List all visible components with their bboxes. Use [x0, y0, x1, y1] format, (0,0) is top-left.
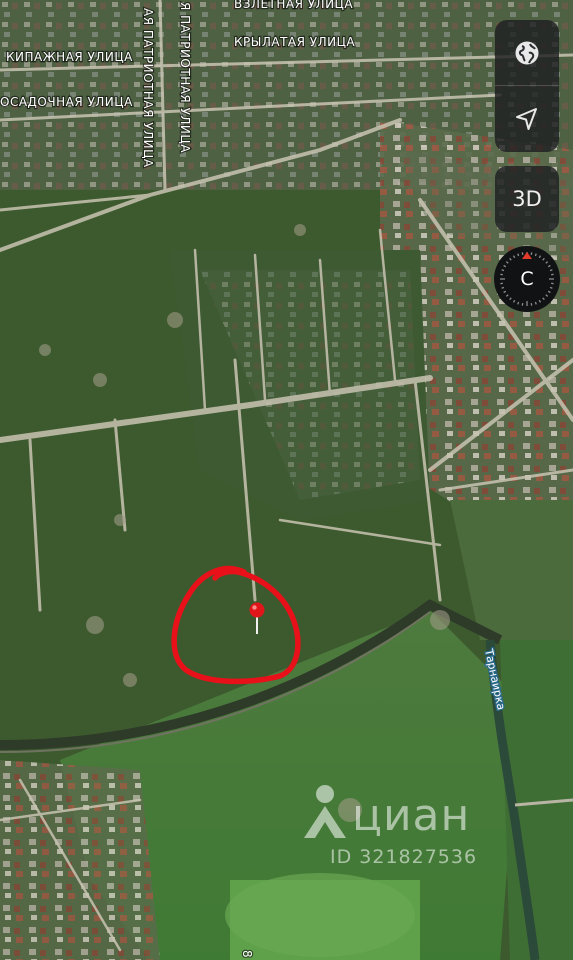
street-label-vzletnaya: ВЗЛЕТНАЯ УЛИЦА — [234, 0, 353, 11]
cian-watermark: циан ID 321827536 — [300, 772, 530, 872]
watermark-brand: циан — [352, 790, 471, 841]
3d-mode-label: 3D — [512, 187, 542, 211]
map-type-button[interactable] — [495, 20, 559, 86]
map-controls-stack — [495, 20, 559, 152]
street-label-patriotnaya-2: АЯ ПАТРИОТНАЯ УЛИЦА — [141, 8, 155, 168]
street-label-ekipazhnaya: КИПАЖНАЯ УЛИЦА — [6, 50, 133, 64]
street-label-bottom-fragment: 8 — [240, 950, 254, 958]
watermark-listing-id: ID 321827536 — [330, 846, 478, 868]
street-label-krylataya: КРЫЛАТАЯ УЛИЦА — [234, 35, 355, 49]
my-location-button[interactable] — [495, 86, 559, 152]
3d-mode-button[interactable]: 3D — [495, 166, 559, 232]
location-arrow-icon — [516, 108, 537, 130]
street-label-patriotnaya-1: Я ПАТРИОТНАЯ УЛИЦА — [178, 2, 192, 153]
street-label-posadochnaya: ОСАДОЧНАЯ УЛИЦА — [0, 95, 133, 109]
globe-icon — [515, 41, 539, 65]
cian-logo-icon — [304, 785, 346, 838]
compass-north-label: С — [520, 268, 534, 290]
compass-button[interactable]: С — [494, 246, 560, 312]
map-view[interactable]: ВЗЛЕТНАЯ УЛИЦА КРЫЛАТАЯ УЛИЦА КИПАЖНАЯ У… — [0, 0, 573, 960]
